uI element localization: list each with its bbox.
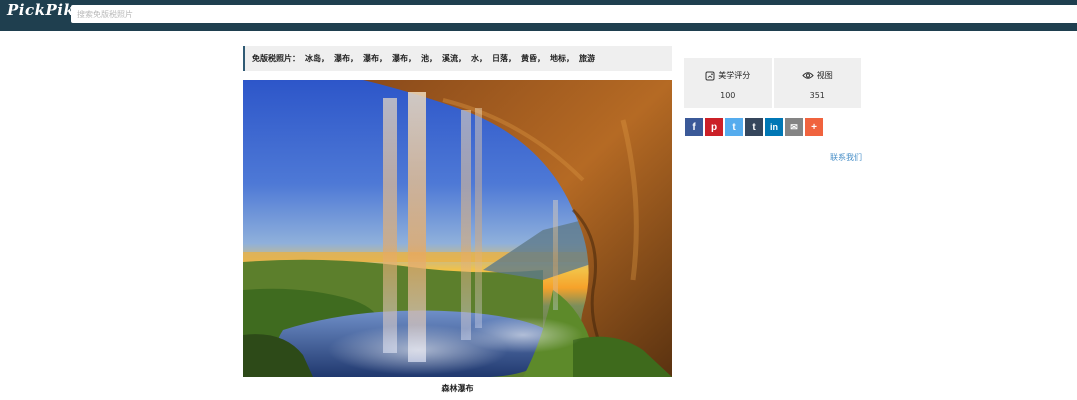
email-icon: ✉ — [790, 121, 798, 132]
tags-label: 免版税照片： — [252, 54, 300, 63]
tag-separator: ， — [537, 54, 545, 63]
rating-label: 美学评分 — [718, 71, 751, 80]
rating-icon — [705, 71, 715, 81]
facebook-icon: f — [692, 121, 696, 133]
tag-list: 冰岛， 瀑布， 瀑布， 瀑布， 池， 溪流， 水， 日落， 黄昏， 地标， 旅游 — [305, 53, 595, 64]
twitter-share-button[interactable]: t — [725, 118, 743, 136]
email-share-button[interactable]: ✉ — [785, 118, 803, 136]
tag-separator: ， — [379, 54, 387, 63]
waterfall-image — [243, 80, 672, 377]
tag-link[interactable]: 瀑布 — [334, 54, 350, 63]
tag-link[interactable]: 旅游 — [579, 54, 595, 63]
pinterest-icon: p — [710, 121, 718, 133]
tag-separator: ， — [321, 54, 329, 63]
more-share-button[interactable]: + — [805, 118, 823, 136]
tag-separator: ， — [350, 54, 358, 63]
tag-link[interactable]: 冰岛 — [305, 54, 321, 63]
tag-separator: ， — [566, 54, 574, 63]
tag-separator: ， — [408, 54, 416, 63]
main-photo[interactable] — [243, 80, 672, 377]
tumblr-share-button[interactable]: t — [745, 118, 763, 136]
tag-separator: ， — [429, 54, 437, 63]
linkedin-icon: in — [770, 122, 778, 132]
tag-link[interactable]: 日落 — [492, 54, 508, 63]
tag-link[interactable]: 池 — [421, 54, 429, 63]
tag-separator: ， — [458, 54, 466, 63]
facebook-share-button[interactable]: f — [685, 118, 703, 136]
site-logo[interactable]: PickPik — [7, 1, 74, 19]
tag-link[interactable]: 溪流 — [442, 54, 458, 63]
pinterest-share-button[interactable]: p — [705, 118, 723, 136]
twitter-icon: t — [732, 121, 736, 133]
plus-icon: + — [811, 121, 817, 133]
share-buttons: f p t t in ✉ + — [685, 118, 823, 136]
tag-separator: ， — [508, 54, 516, 63]
stats-panel: 美学评分 100 视图 351 — [684, 58, 861, 108]
linkedin-share-button[interactable]: in — [765, 118, 783, 136]
rating-stat: 美学评分 100 — [684, 58, 772, 108]
views-label: 视图 — [816, 71, 833, 80]
tag-link[interactable]: 瀑布 — [363, 54, 379, 63]
views-value: 351 — [809, 91, 825, 100]
views-stat: 视图 351 — [773, 58, 861, 108]
search-input[interactable] — [71, 5, 1077, 23]
tag-link[interactable]: 黄昏 — [521, 54, 537, 63]
top-navbar: PickPik — [0, 0, 1077, 31]
photo-caption: 森林瀑布 — [441, 384, 474, 393]
tags-bar: 免版税照片： 冰岛， 瀑布， 瀑布， 瀑布， 池， 溪流， 水， 日落， 黄昏， 地标， 旅游 — [243, 46, 672, 71]
contact-us-link[interactable]: 联系我们 — [830, 152, 862, 163]
tag-link[interactable]: 水 — [471, 54, 479, 63]
rating-value: 100 — [720, 91, 736, 100]
tag-link[interactable]: 瀑布 — [392, 54, 408, 63]
tag-link[interactable]: 地标 — [550, 54, 566, 63]
tag-separator: ， — [479, 54, 487, 63]
tumblr-icon: t — [752, 121, 756, 133]
eye-icon — [802, 71, 814, 80]
